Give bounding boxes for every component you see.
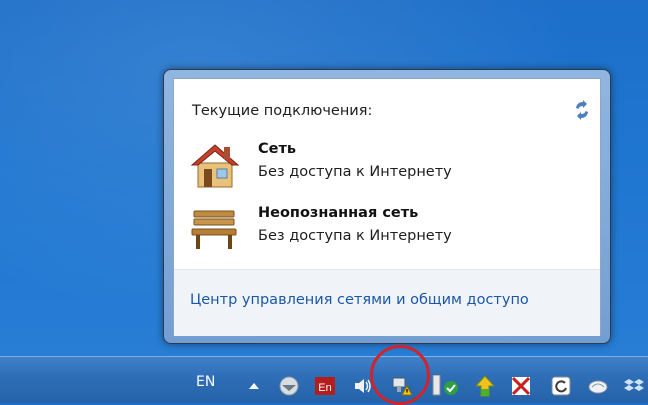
flyout-content: Текущие подключения: Сеть Без доступа к … bbox=[173, 78, 601, 336]
flag-icon[interactable] bbox=[510, 375, 532, 397]
network-sharing-center-link[interactable]: Центр управления сетями и общим доступо bbox=[190, 292, 529, 308]
network-globe-icon[interactable] bbox=[278, 375, 300, 397]
en-keyboard-icon[interactable]: En bbox=[314, 375, 336, 397]
security-check-icon[interactable] bbox=[440, 375, 462, 397]
show-hidden-icons-arrow[interactable] bbox=[243, 375, 265, 397]
refresh-icon[interactable] bbox=[571, 99, 593, 121]
current-connections-label: Текущие подключения: bbox=[192, 103, 373, 119]
network-flyout: Текущие подключения: Сеть Без доступа к … bbox=[163, 69, 611, 344]
home-network-icon bbox=[188, 139, 244, 191]
network-name: Неопознанная сеть bbox=[258, 205, 419, 221]
highlight-circle bbox=[370, 345, 430, 405]
language-indicator[interactable]: EN bbox=[196, 374, 215, 390]
network-name: Сеть bbox=[258, 141, 297, 157]
flyout-footer: Центр управления сетями и общим доступо bbox=[174, 269, 600, 336]
update-arrow-icon[interactable] bbox=[474, 375, 496, 397]
network-item-home[interactable]: Сеть Без доступа к Интернету bbox=[188, 139, 568, 195]
taskbar: EN En bbox=[0, 356, 648, 403]
cloud-app-icon[interactable] bbox=[587, 375, 609, 397]
public-network-bench-icon bbox=[188, 203, 244, 255]
refresh-app-icon[interactable] bbox=[550, 375, 572, 397]
network-status: Без доступа к Интернету bbox=[258, 164, 452, 180]
network-status: Без доступа к Интернету bbox=[258, 228, 452, 244]
svg-text:En: En bbox=[318, 382, 331, 394]
dropbox-icon[interactable] bbox=[624, 375, 646, 397]
network-item-unidentified[interactable]: Неопознанная сеть Без доступа к Интернет… bbox=[188, 203, 568, 259]
